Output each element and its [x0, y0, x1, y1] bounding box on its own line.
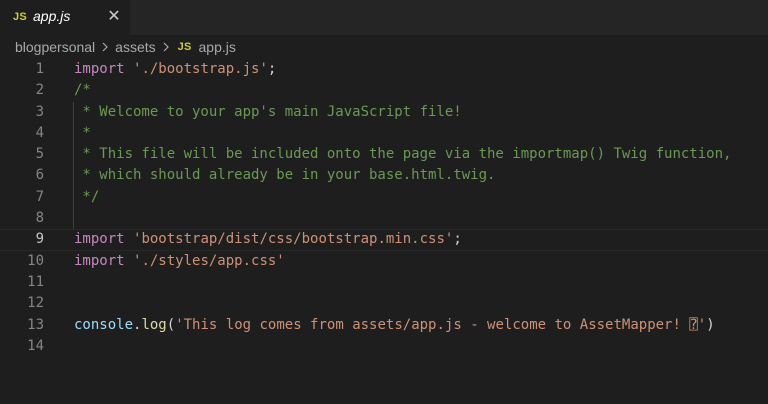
line-content: import './bootstrap.js'; — [74, 59, 276, 80]
line-content: * — [74, 123, 91, 144]
chevron-right-icon — [98, 40, 112, 54]
line-number: 3 — [35, 103, 44, 120]
code-token: import — [74, 61, 125, 77]
code-token: * This file will be included onto the pa… — [74, 146, 732, 163]
line-number: 1 — [35, 61, 44, 77]
code-editor: JS app.js ✕ blogpersonal assets JS app.j… — [0, 0, 768, 404]
line-content: * Welcome to your app's main JavaScript … — [74, 102, 462, 123]
code-token: /* — [74, 82, 91, 99]
line-number: 4 — [35, 124, 44, 141]
tab-app-js[interactable]: JS app.js ✕ — [0, 0, 130, 35]
code-token: import — [74, 252, 125, 269]
code-token: ) — [706, 316, 715, 333]
code-token: */ — [74, 188, 100, 205]
breadcrumb-item-app-js[interactable]: app.js — [199, 39, 236, 55]
line-number: 8 — [35, 210, 44, 227]
line-content: /* — [74, 80, 91, 101]
code-line[interactable]: 14 — [0, 336, 768, 357]
code-line[interactable]: 2 /* — [0, 80, 768, 101]
code-token: log — [141, 316, 167, 333]
code-line[interactable]: 11 — [0, 272, 768, 293]
code-token: 'This log comes from assets/app.js - wel… — [175, 316, 707, 333]
code-line[interactable]: 9 import 'bootstrap/dist/css/bootstrap.mi… — [0, 229, 768, 250]
code-line[interactable]: 3 * Welcome to your app's main JavaScrip… — [0, 101, 768, 123]
code-token: './styles/app.css' — [133, 252, 285, 269]
code-line[interactable]: 8 — [0, 208, 768, 230]
javascript-file-icon: JS — [177, 41, 192, 53]
line-content: console.log('This log comes from assets/… — [74, 315, 715, 336]
line-number: 14 — [27, 337, 44, 354]
line-content: */ — [74, 187, 99, 208]
breadcrumb-item-assets[interactable]: assets — [115, 39, 155, 55]
code-token: console — [74, 316, 134, 333]
line-content: * This file will be included onto the pa… — [74, 144, 731, 165]
code-token: * Welcome to your app's main JavaScript … — [74, 103, 462, 120]
breadcrumb: blogpersonal assets JS app.js — [0, 35, 768, 59]
tab-title: app.js — [33, 8, 71, 24]
code-line[interactable]: 12 — [0, 293, 768, 314]
code-token: import — [74, 231, 125, 248]
line-number: 9 — [35, 231, 44, 248]
code-area[interactable]: 1 import './bootstrap.js'; 2 /* 3 * Welcome … — [0, 59, 768, 357]
tab-bar: JS app.js ✕ — [0, 0, 768, 35]
line-number: 6 — [35, 167, 44, 184]
code-token: 'bootstrap/dist/css/bootstrap.min.css' — [133, 231, 454, 248]
code-line[interactable]: 5 * This file will be included onto the … — [0, 144, 768, 166]
code-token: ; — [453, 231, 462, 248]
line-content: import './styles/app.css' — [74, 251, 285, 272]
line-number: 10 — [27, 252, 44, 269]
line-number: 12 — [27, 295, 44, 312]
breadcrumb-item-blogpersonal[interactable]: blogpersonal — [15, 39, 95, 55]
code-token: ( — [166, 316, 176, 333]
code-line[interactable]: 13 console.log('This log comes from asset… — [0, 315, 768, 336]
code-token: * which should already be in your base.h… — [74, 167, 496, 184]
javascript-file-icon: JS — [13, 11, 27, 23]
code-token: './bootstrap.js' — [133, 61, 268, 77]
code-line[interactable]: 7 */ — [0, 186, 768, 209]
code-token: ; — [267, 61, 277, 77]
code-token: * — [74, 124, 91, 141]
chevron-right-icon — [159, 40, 173, 54]
code-line[interactable]: 10 import './styles/app.css' — [0, 251, 768, 272]
line-number: 5 — [35, 146, 44, 163]
code-line[interactable]: 4 * — [0, 122, 768, 145]
indent-guide — [73, 208, 74, 230]
code-line[interactable]: 1 import './bootstrap.js'; — [0, 59, 768, 80]
line-number: 13 — [27, 316, 44, 333]
line-content: import 'bootstrap/dist/css/bootstrap.min… — [74, 229, 462, 250]
line-number: 2 — [35, 82, 44, 99]
line-content: * which should already be in your base.h… — [74, 165, 495, 186]
line-number: 11 — [27, 273, 44, 290]
code-line[interactable]: 6 * which should already be in your base… — [0, 165, 768, 187]
line-number: 7 — [35, 188, 44, 205]
close-icon[interactable]: ✕ — [106, 8, 122, 24]
